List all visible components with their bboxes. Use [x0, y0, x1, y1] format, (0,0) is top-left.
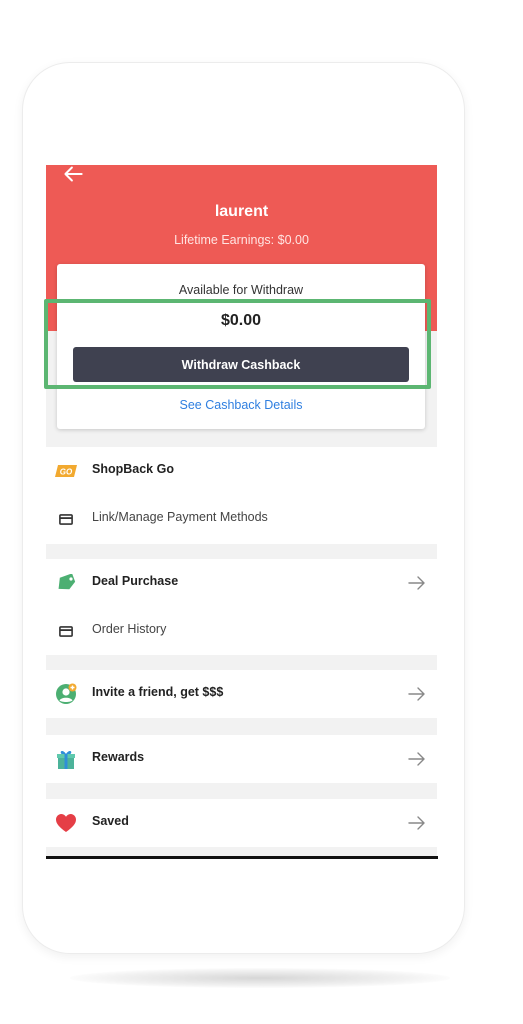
menu-item-deal-purchase[interactable]: Deal Purchase	[46, 559, 437, 607]
menu-label-deal-purchase: Deal Purchase	[92, 574, 179, 588]
shopback-go-icon-text: GO	[60, 468, 73, 477]
lifetime-earnings: Lifetime Earnings: $0.00	[174, 233, 309, 247]
menu-label-payment-methods: Link/Manage Payment Methods	[92, 510, 268, 524]
arrow-right-icon	[408, 576, 425, 590]
menu-label-saved: Saved	[92, 814, 129, 828]
menu-item-shopback-go[interactable]: GO ShopBack Go	[46, 447, 437, 495]
credit-card-icon	[54, 619, 78, 643]
arrow-right-icon	[408, 816, 425, 830]
menu-label-rewards: Rewards	[92, 750, 145, 764]
tag-icon	[54, 571, 78, 595]
invite-friend-icon	[54, 682, 78, 706]
section-deals: Deal Purchase Order History	[46, 559, 437, 655]
available-label: Available for Withdraw	[178, 283, 304, 297]
app-screen: laurent Lifetime Earnings: $0.00 Availab…	[46, 165, 437, 858]
credit-card-icon	[54, 507, 78, 531]
menu-label-order-history: Order History	[92, 622, 167, 636]
username: laurent	[214, 203, 269, 220]
screen-bottom-edge	[46, 856, 438, 859]
menu-item-payment-methods[interactable]: Link/Manage Payment Methods	[46, 495, 437, 543]
menu-item-invite-friend[interactable]: Invite a friend, get $$$	[46, 670, 437, 718]
arrow-right-icon	[408, 687, 425, 701]
phone-shadow	[70, 968, 450, 988]
menu-item-order-history[interactable]: Order History	[46, 607, 437, 655]
see-cashback-details-link[interactable]: See Cashback Details	[57, 398, 425, 412]
heart-icon	[54, 811, 78, 835]
gift-icon	[54, 747, 78, 771]
back-arrow-icon[interactable]	[60, 165, 86, 187]
section-saved: Saved	[46, 799, 437, 847]
shopback-go-icon: GO	[54, 459, 78, 483]
menu-label-invite-friend: Invite a friend, get $$$	[92, 685, 224, 699]
page: laurent Lifetime Earnings: $0.00 Availab…	[0, 0, 523, 1024]
section-rewards: Rewards	[46, 735, 437, 783]
section-shopback-go: GO ShopBack Go Link/Manage Payment Metho…	[46, 447, 437, 544]
menu-item-rewards[interactable]: Rewards	[46, 735, 437, 783]
section-invite: Invite a friend, get $$$	[46, 670, 437, 718]
arrow-right-icon	[408, 752, 425, 766]
highlight-box	[44, 299, 431, 389]
menu-label-shopback-go: ShopBack Go	[92, 462, 174, 476]
menu-item-saved[interactable]: Saved	[46, 799, 437, 847]
